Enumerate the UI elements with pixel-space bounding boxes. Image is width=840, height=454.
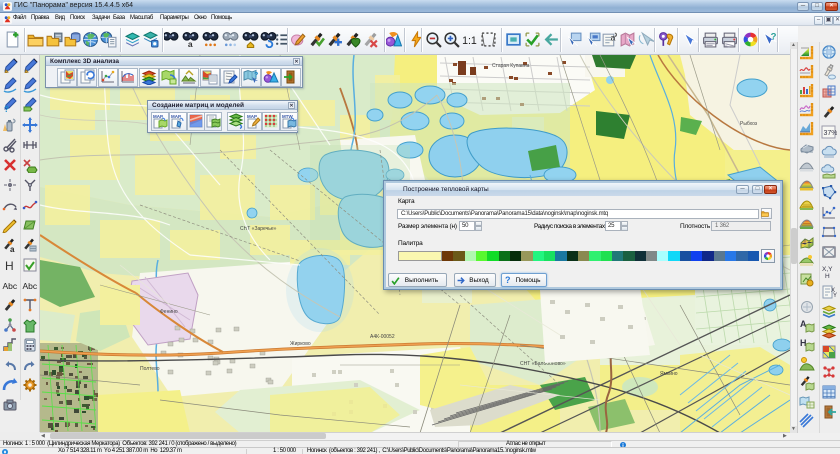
- svg-text:?: ?: [254, 72, 258, 79]
- svg-text:?: ?: [771, 32, 777, 43]
- svg-text:a: a: [10, 245, 15, 253]
- svg-text:Старая Купавна: Старая Купавна: [492, 63, 530, 69]
- svg-text:MAP: MAP: [153, 114, 163, 119]
- svg-text:Фенино: Фенино: [160, 309, 178, 315]
- svg-text:Ямкино: Ямкино: [660, 371, 678, 377]
- svg-text:Y: Y: [833, 293, 837, 299]
- svg-text:MAP: MAP: [171, 114, 181, 119]
- svg-text:H: H: [825, 273, 830, 280]
- svg-text:?: ?: [4, 105, 9, 113]
- svg-text:Abc: Abc: [23, 281, 38, 291]
- svg-text:H: H: [5, 259, 14, 273]
- svg-text:Abc: Abc: [3, 281, 18, 291]
- svg-text:a: a: [611, 33, 616, 43]
- svg-text:Полтево: Полтево: [140, 366, 160, 372]
- svg-text:MAP: MAP: [247, 114, 257, 119]
- svg-text:Жирково: Жирково: [290, 341, 311, 347]
- svg-text:a: a: [188, 39, 193, 48]
- svg-text:X,Y: X,Y: [822, 266, 833, 273]
- svg-text:А4К-00052: А4К-00052: [370, 334, 395, 340]
- svg-text:37%: 37%: [824, 130, 838, 137]
- svg-text:СНТ «Заречье»: СНТ «Заречье»: [240, 226, 277, 232]
- svg-text:1:1: 1:1: [462, 35, 477, 47]
- svg-text:Рыбхоз: Рыбхоз: [740, 121, 758, 127]
